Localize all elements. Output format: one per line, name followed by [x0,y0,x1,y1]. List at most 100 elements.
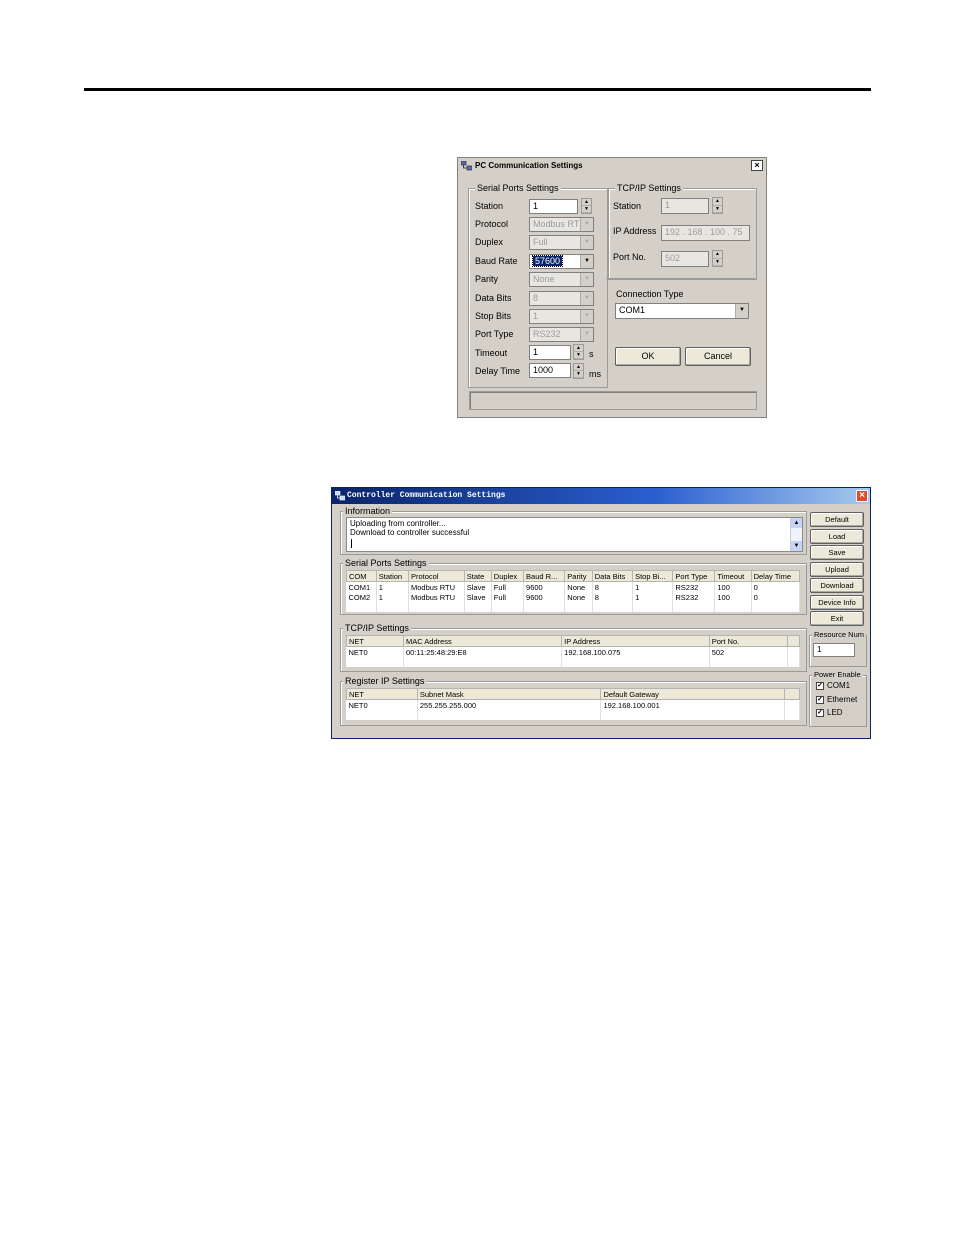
serial-port-row[interactable]: COM1 1 Modbus RTU Slave Full 9600 None 8 1 RS232 1… [346,581,801,592]
tcp-ip-row[interactable]: NET0 00:11:25:48:29:E8 192.168.100.075 502 [346,646,801,657]
table-cell [787,646,801,657]
download-button[interactable]: Download [810,578,864,593]
station-label: Station [475,201,504,211]
ip-address-label: IP Address [613,226,657,236]
text-cursor [351,539,352,548]
default-button[interactable]: Default [810,512,864,527]
empty-cell [408,602,465,612]
table-cell [784,699,800,710]
column-header[interactable]: Port No. [708,635,788,647]
upload-button[interactable]: Upload [810,561,864,577]
cancel-button[interactable]: Cancel [685,347,751,366]
column-header[interactable]: Port Type [672,570,716,582]
information-group-title: Information [343,506,393,516]
column-header[interactable]: Delay Time [750,570,801,582]
empty-cell [464,602,492,612]
column-header[interactable]: Protocol [408,570,465,582]
table-cell: 0 [751,592,801,602]
station-spinner[interactable]: ▲ ▼ [581,198,592,214]
chevron-down-icon: ▼ [580,236,593,249]
delay-time-input[interactable]: 1000 [529,363,571,378]
load-button[interactable]: Load [810,528,864,544]
port-no-label: Port No. [613,252,647,262]
ip-address-input: 192 . 168 . 100 . 75 [661,225,750,241]
column-header[interactable] [784,688,800,700]
column-header[interactable]: COM [346,570,377,582]
com1-checkbox-label: COM1 [827,681,851,690]
ethernet-checkbox[interactable]: ✓ [816,696,824,704]
save-button[interactable]: Save [810,545,864,560]
dialog-title: PC Communication Settings [475,161,583,170]
column-header[interactable]: Parity [564,570,593,582]
empty-table-row [346,710,800,720]
column-header[interactable]: NET [346,635,404,647]
group-divider [606,278,755,279]
log-scrollbar[interactable]: ▲ ▼ [790,518,802,551]
timeout-input[interactable]: 1 [529,345,571,360]
table-cell: 255.255.255.000 [417,699,602,710]
empty-cell [561,657,710,667]
empty-cell [346,710,418,720]
column-header[interactable]: MAC Address [402,635,563,647]
dialog-titlebar[interactable]: PC Communication Settings × [458,158,766,176]
controller-communication-settings-dialog: Controller Communication Settings × Info… [331,487,871,739]
controller-serial-group-title: Serial Ports Settings [343,558,429,568]
empty-cell [709,657,788,667]
close-icon[interactable]: × [751,160,763,171]
data-bits-label: Data Bits [475,293,512,303]
empty-cell [346,657,404,667]
register-ip-row[interactable]: NET0 255.255.255.000 192.168.100.001 [346,699,800,710]
tcp-ip-table: NET MAC Address IP Address Port No. NET0 00:… [346,635,801,667]
close-icon[interactable]: × [856,490,868,502]
led-checkbox[interactable]: ✓ [816,709,824,717]
column-header[interactable]: Baud R... [523,570,566,582]
exit-button[interactable]: Exit [810,611,864,626]
column-header[interactable] [786,635,801,647]
empty-cell [376,602,410,612]
column-header[interactable]: Timeout [714,570,752,582]
device-info-button[interactable]: Device Info [810,594,864,610]
baud-rate-select[interactable]: 57600 ▼ [529,254,594,269]
column-header[interactable]: Stop Bi... [632,570,674,582]
log-line: Download to controller successful [350,528,470,537]
ethernet-checkbox-label: Ethernet [827,695,858,704]
serial-port-row[interactable]: COM2 1 Modbus RTU Slave Full 9600 None 8 1 RS232 1… [346,592,801,602]
timeout-spinner[interactable]: ▲ ▼ [573,344,584,360]
column-header[interactable]: Duplex [490,570,525,582]
column-header[interactable]: Data Bits [591,570,634,582]
table-cell: 0 [751,581,801,592]
table-cell: 1 [632,581,674,592]
port-no-input: 502 [661,251,709,267]
column-header[interactable]: Station [375,570,410,582]
table-cell: 192.168.100.075 [561,646,710,657]
information-log[interactable]: Uploading from controller... Download to… [346,517,803,552]
register-ip-group-title: Register IP Settings [343,676,427,686]
port-no-spinner: ▲ ▼ [712,250,723,267]
connection-type-select[interactable]: COM1 ▼ [615,303,749,319]
table-cell: None [564,581,593,592]
delay-time-spinner[interactable]: ▲ ▼ [573,363,584,379]
table-cell: 9600 [523,581,566,592]
timeout-label: Timeout [475,348,508,358]
chevron-down-icon[interactable]: ▼ [735,304,748,318]
column-header[interactable]: Default Gateway [600,688,785,700]
chevron-down-icon[interactable]: ▼ [580,255,593,268]
column-header[interactable]: IP Address [561,635,710,647]
empty-cell [564,602,593,612]
serial-ports-table: COM Station Protocol State Duplex Baud R... Pa… [346,570,801,612]
column-header[interactable]: NET [346,688,418,700]
table-cell: 8 [592,592,634,602]
resource-num-input[interactable]: 1 [813,643,855,657]
tcp-station-label: Station [613,201,642,211]
table-cell: Full [491,592,525,602]
com1-checkbox[interactable]: ✓ [816,682,824,690]
column-header[interactable]: State [463,570,492,582]
scroll-down-icon[interactable]: ▼ [791,541,802,551]
column-header[interactable]: Subnet Mask [416,688,602,700]
scroll-up-icon[interactable]: ▲ [791,518,802,528]
ok-button[interactable]: OK [615,347,681,366]
table-cell: 100 [714,581,752,592]
station-input[interactable]: 1 [529,199,578,214]
controller-dialog-titlebar[interactable]: Controller Communication Settings × [332,488,870,504]
baud-rate-label: Baud Rate [475,256,518,266]
